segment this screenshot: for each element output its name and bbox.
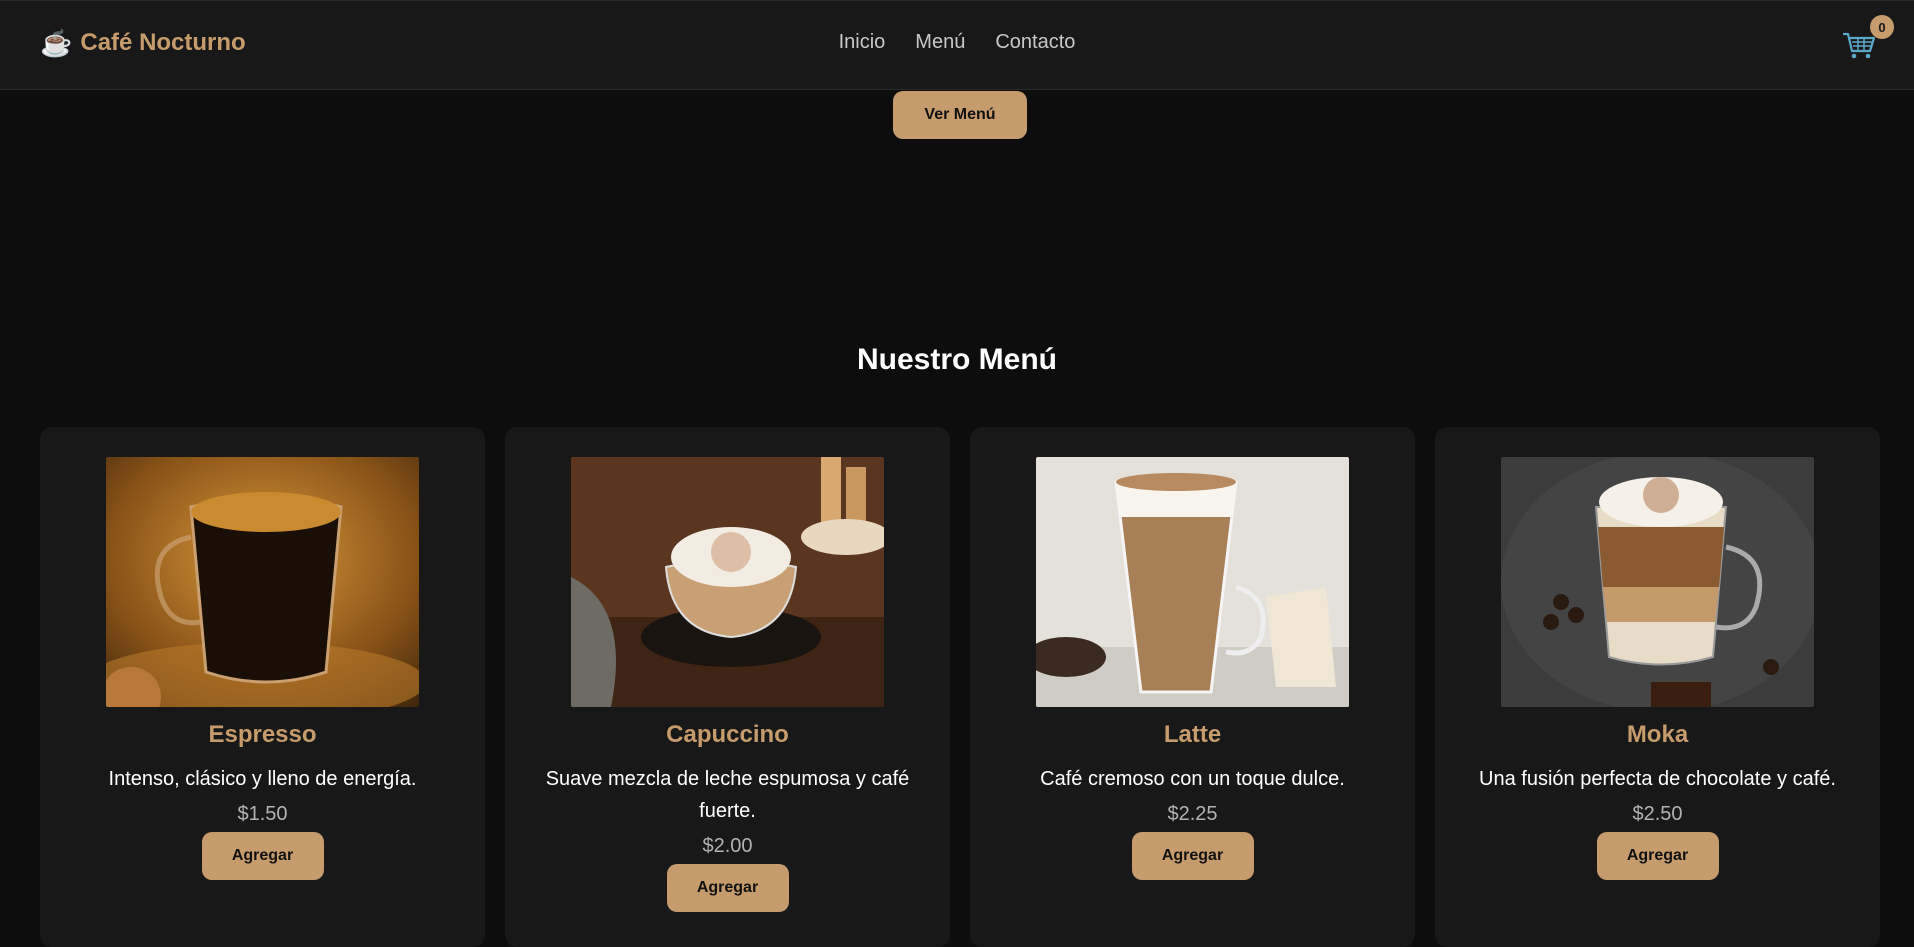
menu-grid: Espresso Intenso, clásico y lleno de ene… — [40, 427, 1880, 947]
item-name: Capuccino — [666, 721, 789, 748]
add-espresso-button[interactable]: Agregar — [201, 832, 324, 880]
menu-card-capuccino: Capuccino Suave mezcla de leche espumosa… — [505, 427, 950, 947]
item-price: $2.00 — [702, 835, 753, 857]
cart-count-badge: 0 — [1870, 15, 1894, 39]
item-name: Espresso — [208, 721, 317, 748]
item-name: Moka — [1626, 721, 1689, 748]
nav-link-contacto[interactable]: Contacto — [995, 31, 1075, 54]
item-description: Intenso, clásico y lleno de energía. — [108, 768, 417, 790]
item-price: $2.50 — [1632, 803, 1683, 825]
item-description: Suave mezcla de leche espumosa y café fu… — [545, 768, 910, 822]
item-description: Una fusión perfecta de chocolate y café. — [1479, 768, 1836, 790]
item-name: Latte — [1163, 721, 1222, 748]
nav-link-menu[interactable]: Menú — [915, 31, 965, 54]
menu-card-latte: Latte Café cremoso con un toque dulce. $… — [970, 427, 1415, 947]
latte-image — [1036, 457, 1349, 707]
menu-card-espresso: Espresso Intenso, clásico y lleno de ene… — [40, 427, 485, 947]
add-capuccino-button[interactable]: Agregar — [666, 864, 789, 912]
menu-section-title: Nuestro Menú — [856, 343, 1057, 376]
nav-link-inicio[interactable]: Inicio — [839, 31, 886, 54]
main-nav: Inicio Menú Contacto — [0, 31, 1914, 54]
item-price: $1.50 — [237, 803, 288, 825]
site-header: ☕ Café Nocturno Inicio Menú Contacto 0 — [0, 0, 1914, 90]
cart-icon — [1843, 32, 1876, 59]
cart-button[interactable]: 0 — [1842, 15, 1894, 63]
moka-image — [1501, 457, 1814, 707]
capuccino-image — [571, 457, 884, 707]
add-moka-button[interactable]: Agregar — [1596, 832, 1719, 880]
menu-card-moka: Moka Una fusión perfecta de chocolate y … — [1435, 427, 1880, 947]
add-latte-button[interactable]: Agregar — [1131, 832, 1254, 880]
item-price: $2.25 — [1167, 803, 1218, 825]
espresso-image — [106, 457, 419, 707]
item-description: Café cremoso con un toque dulce. — [1040, 768, 1345, 790]
view-menu-button[interactable]: Ver Menú — [893, 91, 1027, 139]
